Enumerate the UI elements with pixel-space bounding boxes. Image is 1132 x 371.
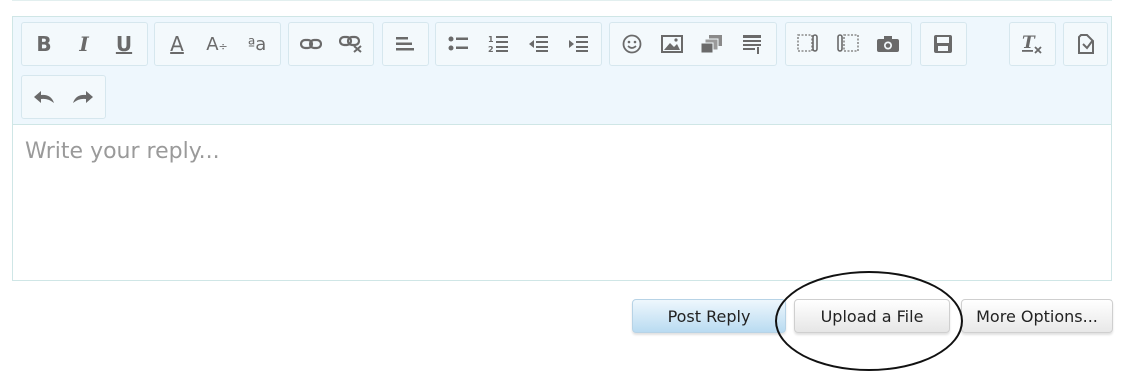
font-group: A A÷ ªa bbox=[154, 22, 281, 66]
redo-icon[interactable] bbox=[65, 79, 103, 115]
font-family-icon[interactable]: ªa bbox=[238, 26, 276, 62]
code-icon[interactable] bbox=[829, 26, 867, 62]
more-options-button[interactable]: More Options... bbox=[961, 299, 1113, 333]
post-reply-button[interactable]: Post Reply bbox=[632, 299, 786, 333]
align-left-icon[interactable] bbox=[386, 26, 424, 62]
outdent-icon[interactable] bbox=[519, 26, 557, 62]
indent-icon[interactable] bbox=[559, 26, 597, 62]
quote-icon[interactable] bbox=[789, 26, 827, 62]
remove-format-icon[interactable]: T bbox=[1013, 26, 1051, 62]
bullet-list-icon[interactable] bbox=[439, 26, 477, 62]
svg-text:1: 1 bbox=[488, 35, 494, 44]
bold-icon[interactable]: B bbox=[25, 26, 63, 62]
camera-icon[interactable] bbox=[869, 26, 907, 62]
list-group: 12 bbox=[435, 22, 602, 66]
save-draft-icon[interactable] bbox=[924, 26, 962, 62]
link-group bbox=[288, 22, 374, 66]
remove-format-group: T bbox=[1009, 22, 1056, 66]
reply-editor: B I U A A÷ ªa 12 T Write your reply... bbox=[12, 16, 1112, 281]
font-size-icon[interactable]: A÷ bbox=[198, 26, 236, 62]
underline-icon[interactable]: U bbox=[105, 26, 143, 62]
font-color-icon[interactable]: A bbox=[158, 26, 196, 62]
save-group bbox=[920, 22, 967, 66]
block-group bbox=[785, 22, 912, 66]
editor-toolbar: B I U A A÷ ªa 12 T bbox=[13, 17, 1111, 125]
insert-template-icon[interactable] bbox=[733, 26, 771, 62]
undo-icon[interactable] bbox=[25, 79, 63, 115]
italic-icon[interactable]: I bbox=[65, 26, 103, 62]
reply-textarea[interactable]: Write your reply... bbox=[13, 125, 1111, 280]
numbered-list-icon[interactable]: 12 bbox=[479, 26, 517, 62]
svg-text:2: 2 bbox=[488, 45, 494, 53]
text-style-group: B I U bbox=[21, 22, 148, 66]
link-icon[interactable] bbox=[292, 26, 330, 62]
unlink-icon[interactable] bbox=[332, 26, 370, 62]
bbcode-group bbox=[1063, 22, 1108, 66]
smiley-icon[interactable] bbox=[613, 26, 651, 62]
insert-group bbox=[609, 22, 777, 66]
image-icon[interactable] bbox=[653, 26, 691, 62]
toggle-bbcode-icon[interactable] bbox=[1067, 26, 1104, 62]
upload-file-button[interactable]: Upload a File bbox=[794, 299, 950, 333]
media-icon[interactable] bbox=[693, 26, 731, 62]
history-group bbox=[21, 75, 106, 119]
reply-placeholder: Write your reply... bbox=[25, 139, 220, 164]
top-divider bbox=[12, 0, 1112, 1]
align-group bbox=[382, 22, 429, 66]
